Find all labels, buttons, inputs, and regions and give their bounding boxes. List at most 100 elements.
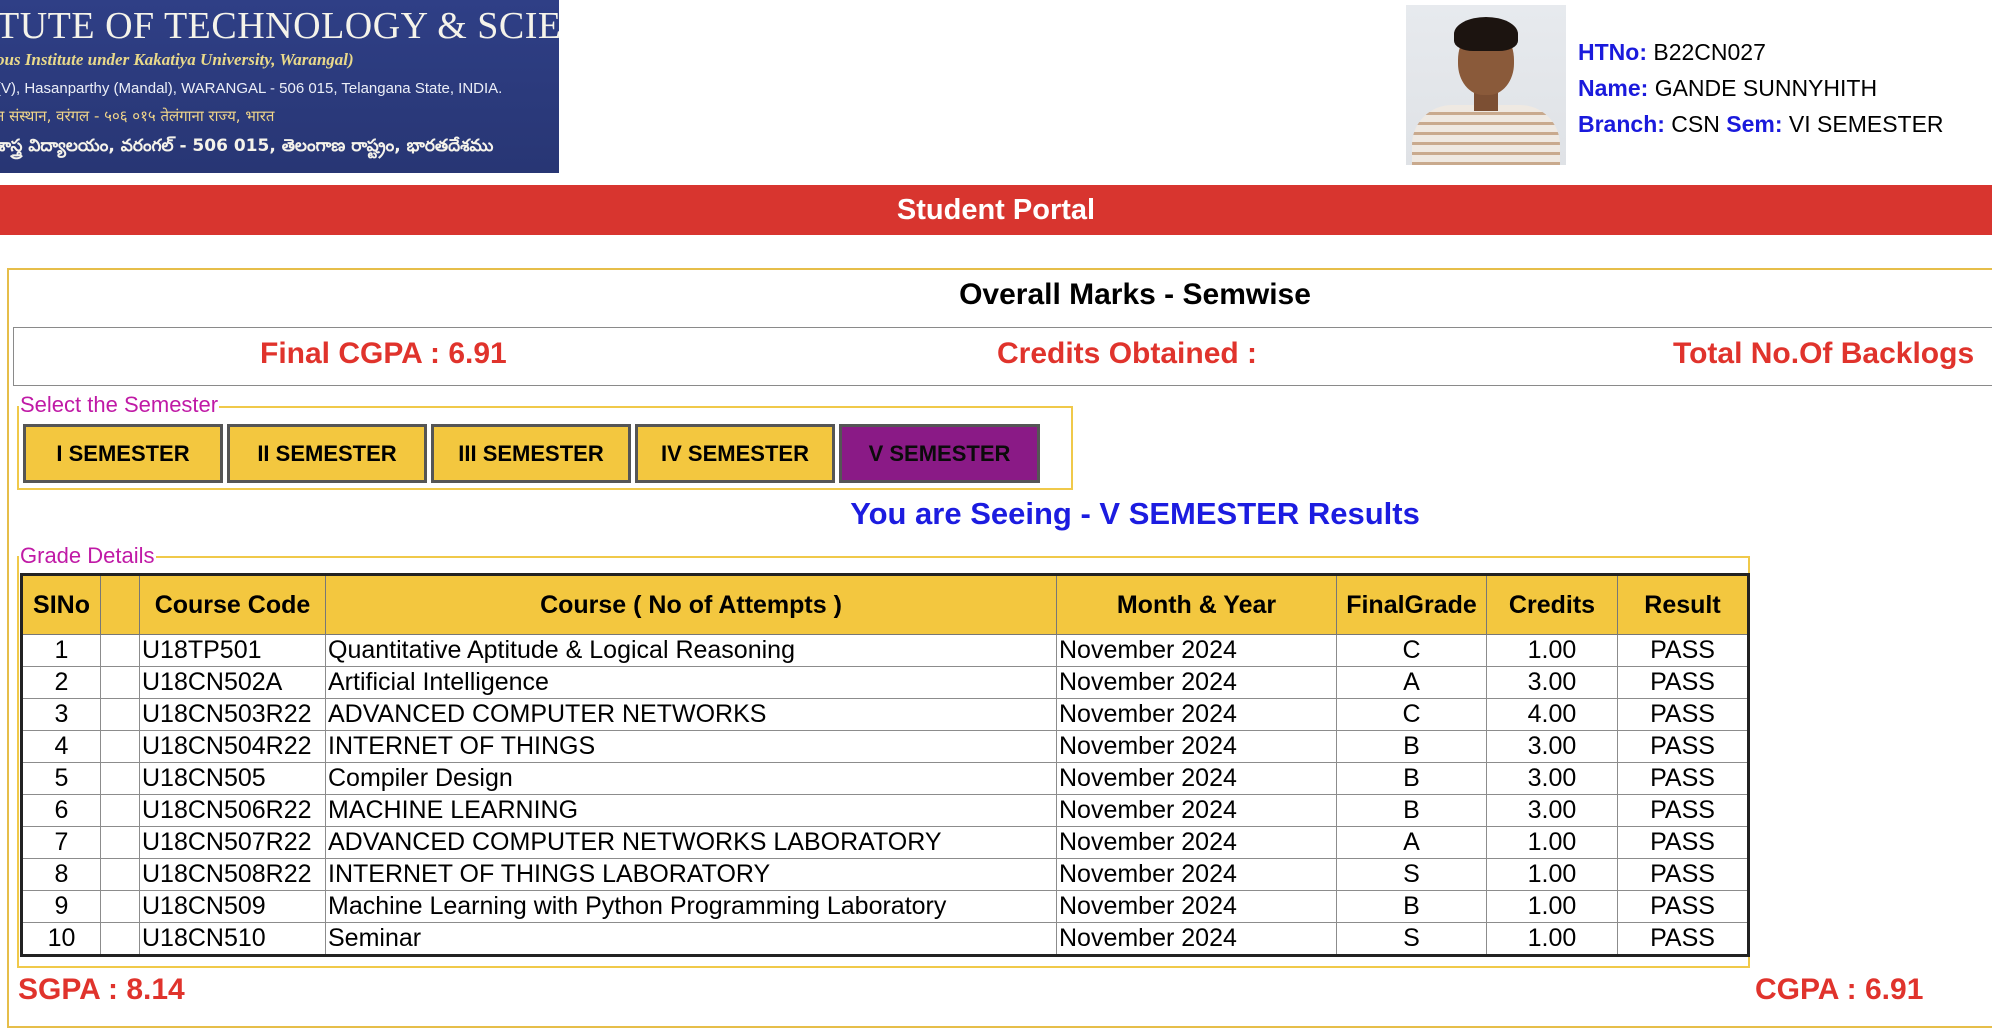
table-row: 2 U18CN502A Artificial Intelligence Nove…: [21, 666, 1749, 699]
cell-final-grade: B: [1336, 794, 1487, 827]
sem-label: Sem:: [1726, 111, 1783, 137]
institute-hindi-address: न संस्थान, वरंगल - ५०६ ०१५ तेलंगाना राज्…: [0, 107, 275, 125]
branch-label: Branch:: [1578, 111, 1665, 137]
cell-course-code: U18CN507R22: [139, 826, 326, 859]
cell-month-year: November 2024: [1056, 858, 1337, 891]
table-row: 9 U18CN509 Machine Learning with Python …: [21, 890, 1749, 923]
cell-course-code: U18CN504R22: [139, 730, 326, 763]
name-row: Name: GANDE SUNNYHITH: [1578, 70, 1944, 106]
portal-title-bar: Student Portal: [0, 185, 1992, 235]
semester-3-button[interactable]: III SEMESTER: [431, 424, 631, 483]
cell-blank: [100, 794, 140, 827]
cell-course-name: INTERNET OF THINGS: [325, 730, 1057, 763]
student-info: HTNo: B22CN027 Name: GANDE SUNNYHITH Bra…: [1578, 34, 1944, 142]
cell-result: PASS: [1617, 890, 1749, 923]
cell-course-code: U18CN509: [139, 890, 326, 923]
student-photo: [1406, 5, 1566, 165]
cell-course-name: MACHINE LEARNING: [325, 794, 1057, 827]
cell-blank: [100, 922, 140, 956]
credits-obtained: Credits Obtained :: [997, 337, 1258, 370]
sgpa-value: SGPA : 8.14: [18, 973, 185, 1006]
cell-month-year: November 2024: [1056, 826, 1337, 859]
semester-5-button[interactable]: V SEMESTER: [839, 424, 1040, 483]
cell-credits: 3.00: [1486, 730, 1618, 763]
cell-sino: 7: [21, 826, 101, 859]
semester-4-button[interactable]: IV SEMESTER: [635, 424, 835, 483]
cell-credits: 1.00: [1486, 826, 1618, 859]
cell-course-code: U18CN508R22: [139, 858, 326, 891]
table-row: 6 U18CN506R22 MACHINE LEARNING November …: [21, 794, 1749, 827]
grades-table: SINo Course Code Course ( No of Attempts…: [20, 573, 1750, 957]
cell-month-year: November 2024: [1056, 666, 1337, 699]
institute-address: (V), Hasanparthy (Mandal), WARANGAL - 50…: [0, 80, 503, 97]
table-row: 5 U18CN505 Compiler Design November 2024…: [21, 762, 1749, 795]
col-header-month-year: Month & Year: [1056, 574, 1337, 635]
cell-course-code: U18TP501: [139, 634, 326, 667]
cell-month-year: November 2024: [1056, 922, 1337, 956]
cell-blank: [100, 826, 140, 859]
cell-blank: [100, 762, 140, 795]
col-header-sino: SINo: [21, 574, 101, 635]
table-row: 10 U18CN510 Seminar November 2024 S 1.00…: [21, 922, 1749, 956]
cell-result: PASS: [1617, 858, 1749, 891]
cell-credits: 3.00: [1486, 666, 1618, 699]
cgpa-value: CGPA : 6.91: [1755, 973, 1924, 1006]
cell-result: PASS: [1617, 666, 1749, 699]
name-value: GANDE SUNNYHITH: [1654, 75, 1878, 101]
cell-blank: [100, 858, 140, 891]
col-header-blank: [100, 574, 140, 635]
cell-result: PASS: [1617, 698, 1749, 731]
cell-final-grade: B: [1336, 730, 1487, 763]
col-header-final-grade: FinalGrade: [1336, 574, 1487, 635]
cell-month-year: November 2024: [1056, 698, 1337, 731]
cell-course-name: Machine Learning with Python Programming…: [325, 890, 1057, 923]
table-row: 4 U18CN504R22 INTERNET OF THINGS Novembe…: [21, 730, 1749, 763]
viewing-semester-text: You are Seeing - V SEMESTER Results: [850, 496, 1420, 531]
col-header-course: Course ( No of Attempts ): [325, 574, 1057, 635]
table-row: 8 U18CN508R22 INTERNET OF THINGS LABORAT…: [21, 858, 1749, 891]
cell-course-code: U18CN502A: [139, 666, 326, 699]
cell-result: PASS: [1617, 634, 1749, 667]
cell-course-name: INTERNET OF THINGS LABORATORY: [325, 858, 1057, 891]
cell-credits: 1.00: [1486, 858, 1618, 891]
htno-value: B22CN027: [1653, 39, 1766, 65]
overall-marks-title: Overall Marks - Semwise: [959, 278, 1311, 311]
institute-title: TUTE OF TECHNOLOGY & SCIENCE: [0, 5, 559, 47]
cell-course-code: U18CN505: [139, 762, 326, 795]
cell-blank: [100, 666, 140, 699]
semester-2-button[interactable]: II SEMESTER: [227, 424, 427, 483]
cell-month-year: November 2024: [1056, 762, 1337, 795]
table-row: 1 U18TP501 Quantitative Aptitude & Logic…: [21, 634, 1749, 667]
col-header-course-code: Course Code: [139, 574, 326, 635]
cell-sino: 3: [21, 698, 101, 731]
cell-sino: 8: [21, 858, 101, 891]
cell-final-grade: S: [1336, 922, 1487, 956]
semester-1-button[interactable]: I SEMESTER: [23, 424, 223, 483]
cell-sino: 10: [21, 922, 101, 956]
total-backlogs: Total No.Of Backlogs: [1673, 337, 1975, 370]
cell-credits: 1.00: [1486, 922, 1618, 956]
cell-credits: 1.00: [1486, 634, 1618, 667]
cell-result: PASS: [1617, 730, 1749, 763]
cell-course-name: Compiler Design: [325, 762, 1057, 795]
cell-credits: 3.00: [1486, 794, 1618, 827]
cell-result: PASS: [1617, 794, 1749, 827]
cell-course-name: Quantitative Aptitude & Logical Reasonin…: [325, 634, 1057, 667]
cell-final-grade: S: [1336, 858, 1487, 891]
cell-course-code: U18CN503R22: [139, 698, 326, 731]
institute-banner: TUTE OF TECHNOLOGY & SCIENCE ous Institu…: [0, 0, 559, 173]
cell-sino: 9: [21, 890, 101, 923]
cell-sino: 5: [21, 762, 101, 795]
cell-credits: 3.00: [1486, 762, 1618, 795]
col-header-credits: Credits: [1486, 574, 1618, 635]
cell-course-name: Seminar: [325, 922, 1057, 956]
cell-course-code: U18CN506R22: [139, 794, 326, 827]
cell-final-grade: B: [1336, 890, 1487, 923]
branch-value: CSN: [1671, 111, 1720, 137]
cell-final-grade: A: [1336, 666, 1487, 699]
cell-course-name: ADVANCED COMPUTER NETWORKS: [325, 698, 1057, 731]
cell-blank: [100, 698, 140, 731]
cell-month-year: November 2024: [1056, 794, 1337, 827]
grade-details-legend: Grade Details: [19, 543, 156, 569]
cell-sino: 1: [21, 634, 101, 667]
